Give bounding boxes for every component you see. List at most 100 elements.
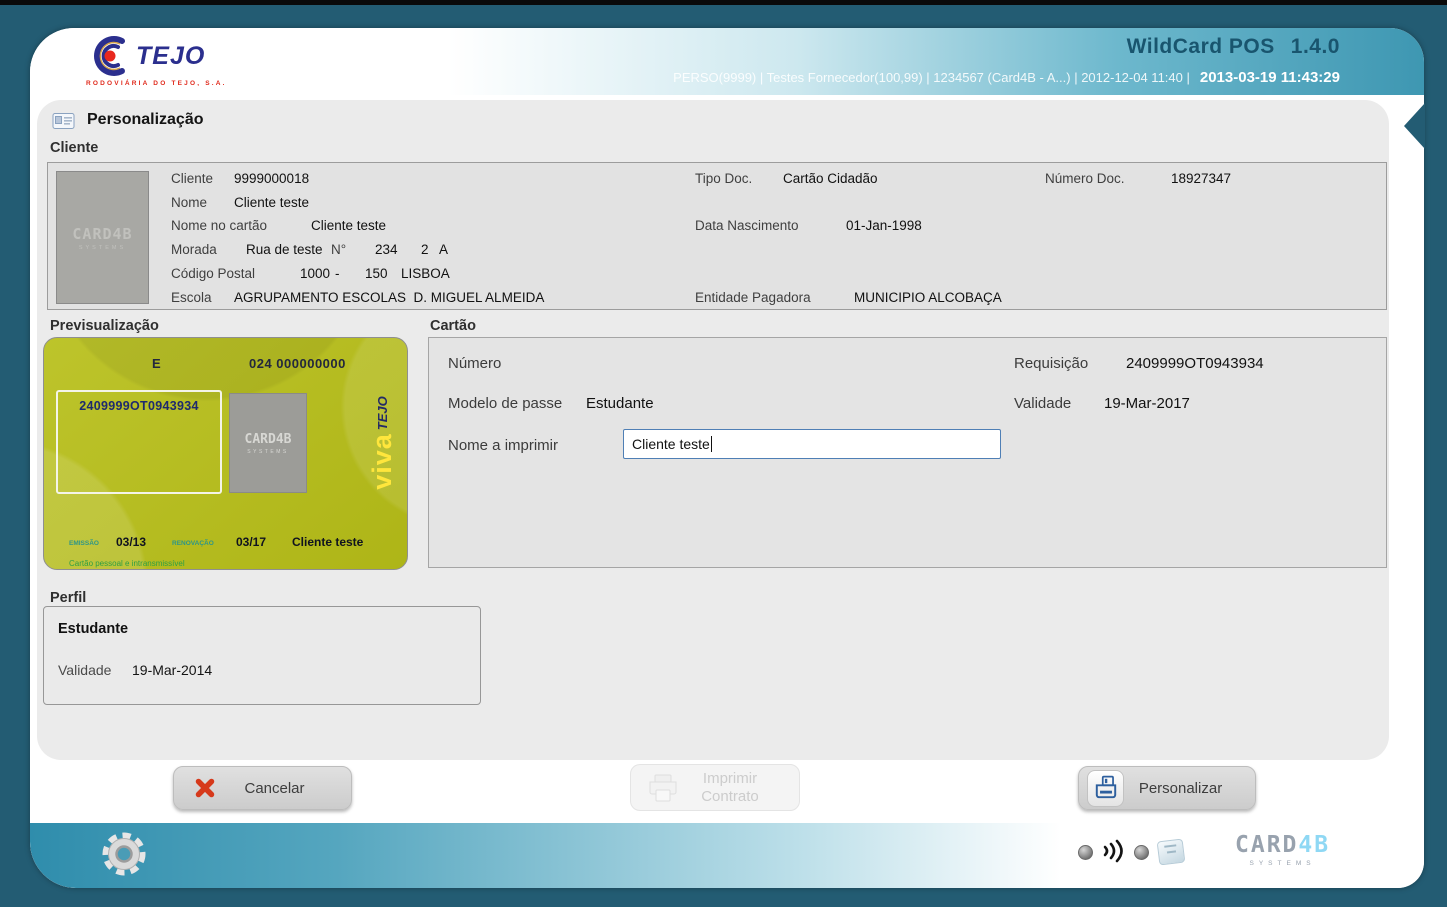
tejo-logo-text: TEJO [136, 42, 205, 71]
perfil-groupbox: Estudante Validade 19-Mar-2014 [43, 606, 481, 705]
app-window: TEJO RODOVIÁRIA DO TEJO, S.A. WildCard P… [30, 28, 1424, 888]
requisicao-label: Requisição [1014, 355, 1088, 372]
session-status-bar: PERSO(9999) | Testes Fornecedor(100,99) … [673, 69, 1340, 86]
cp-zona-value: 1000 [300, 266, 330, 281]
tipo-doc-label: Tipo Doc. [695, 171, 752, 186]
cartao-section-title: Cartão [430, 318, 476, 334]
renovacao-value: 03/17 [236, 535, 266, 549]
app-title: WildCard POS1.4.0 [1127, 35, 1340, 59]
card-holder-name: Cliente teste [292, 535, 363, 549]
previsualizacao-section-title: Previsualização [50, 318, 159, 334]
personalizacao-panel: Personalização Cliente CARD4B SYSTEMS Cl… [37, 100, 1389, 760]
signal-waves-icon [1100, 837, 1126, 870]
perfil-validade-label: Validade [58, 662, 111, 678]
app-title-text: WildCard POS [1127, 35, 1275, 58]
card4b-footer-logo: CARD4B SYSTEMS [1235, 834, 1330, 867]
cancelar-button-label: Cancelar [216, 780, 351, 797]
status-datetime: 2013-03-19 11:43:29 [1200, 69, 1340, 86]
cancelar-button[interactable]: Cancelar [173, 766, 352, 810]
viva-tejo-brand: viva TEJO [367, 353, 397, 533]
numero-cartao-label: Número [448, 355, 501, 372]
cliente-section-title: Cliente [50, 140, 98, 156]
cliente-groupbox: CARD4B SYSTEMS Cliente 9999000018 Nome C… [47, 162, 1387, 310]
card-serial: 024 000000000 [249, 356, 346, 371]
nome-value: Cliente teste [234, 195, 309, 210]
imprimir-contrato-button[interactable]: ImprimirContrato [630, 764, 800, 811]
cp-sufixo-value: 150 [365, 266, 388, 281]
morada-andar-value: 2 [421, 242, 429, 257]
modelo-passe-value: Estudante [586, 395, 654, 412]
perfil-section-title: Perfil [50, 590, 86, 606]
cp-separator: - [335, 266, 340, 281]
app-footer: CARD4B SYSTEMS [30, 823, 1424, 888]
numero-doc-value: 18927347 [1171, 171, 1231, 186]
nome-imprimir-input[interactable]: Cliente teste [623, 429, 1001, 459]
card4b-chip-logo: CARD4B SYSTEMS [229, 393, 307, 493]
status-orb-reader [1078, 845, 1093, 860]
personalizar-button[interactable]: Personalizar [1078, 766, 1256, 810]
client-photo-placeholder: CARD4B SYSTEMS [56, 171, 149, 304]
nome-cartao-label: Nome no cartão [171, 218, 267, 233]
morada-rua-value: Rua de teste [246, 242, 323, 257]
nome-cartao-value: Cliente teste [311, 218, 386, 233]
chip-logo-text: CARD4B [245, 432, 292, 447]
card-number-box: 2409999OT0943934 [56, 390, 222, 494]
cliente-label: Cliente [171, 171, 213, 186]
tejo-brand-text: TEJO [376, 396, 389, 430]
emissao-value: 03/13 [116, 535, 146, 549]
validade-cartao-label: Validade [1014, 395, 1071, 412]
session-status-text: PERSO(9999) | Testes Fornecedor(100,99) … [673, 70, 1190, 85]
desktop-background: TEJO RODOVIÁRIA DO TEJO, S.A. WildCard P… [0, 0, 1447, 907]
card-printer-icon [1087, 770, 1124, 807]
tejo-logo: TEJO RODOVIÁRIA DO TEJO, S.A. [86, 33, 227, 87]
requisicao-value: 2409999OT0943934 [1126, 355, 1264, 372]
validade-cartao-value: 19-Mar-2017 [1104, 395, 1190, 412]
morada-label: Morada [171, 242, 217, 257]
settings-gear-button[interactable] [98, 828, 150, 880]
morada-num-label: N° [331, 242, 346, 257]
cancel-x-icon [194, 777, 216, 799]
card-terms-line1: Cartão pessoal e intransmissível [69, 559, 185, 568]
escola-label: Escola [171, 290, 212, 305]
perfil-nome: Estudante [58, 621, 128, 637]
tejo-logo-icon [86, 33, 134, 79]
app-header: TEJO RODOVIÁRIA DO TEJO, S.A. WildCard P… [30, 28, 1424, 95]
data-nascimento-label: Data Nascimento [695, 218, 799, 233]
viva-brand-text: viva [369, 433, 396, 490]
emissao-label: EMISSÃO [69, 540, 99, 547]
page-title: Personalização [87, 111, 204, 129]
card-profile-code: E [152, 356, 161, 371]
tejo-logo-subtitle: RODOVIÁRIA DO TEJO, S.A. [86, 80, 227, 87]
text-caret [711, 436, 712, 452]
id-card-icon [52, 112, 76, 136]
card4b-logo-systems: SYSTEMS [1235, 860, 1330, 867]
morada-porta-value: A [439, 242, 448, 257]
status-orb-printer [1134, 845, 1149, 860]
top-black-bar [0, 0, 1447, 5]
cliente-value: 9999000018 [234, 171, 309, 186]
nome-imprimir-label: Nome a imprimir [448, 437, 558, 454]
cartao-groupbox: Número Requisição 2409999OT0943934 Model… [428, 337, 1387, 568]
tipo-doc-value: Cartão Cidadão [783, 171, 878, 186]
codigo-postal-label: Código Postal [171, 266, 255, 281]
entidade-pagadora-label: Entidade Pagadora [695, 290, 811, 305]
data-nascimento-value: 01-Jan-1998 [846, 218, 922, 233]
nome-imprimir-value: Cliente teste [632, 436, 710, 452]
photo-watermark: CARD4B [72, 225, 132, 243]
entidade-pagadora-value: MUNICIPIO ALCOBAÇA [854, 290, 1002, 305]
renovacao-label: RENOVAÇÃO [172, 540, 214, 547]
chip-logo-sub: SYSTEMS [247, 449, 288, 455]
card-preview: E 024 000000000 2409999OT0943934 CARD4B … [43, 337, 408, 570]
morada-num-value: 234 [375, 242, 398, 257]
personalizar-button-label: Personalizar [1124, 780, 1255, 797]
photo-watermark-sub: SYSTEMS [79, 245, 126, 251]
modelo-passe-label: Modelo de passe [448, 395, 562, 412]
window-side-notch [1404, 103, 1425, 149]
perfil-validade-value: 19-Mar-2014 [132, 662, 212, 678]
card4b-logo-card: CARD [1235, 832, 1298, 858]
cp-localidade-value: LISBOA [401, 266, 450, 281]
card-number: 2409999OT0943934 [58, 399, 220, 413]
gear-icon [98, 828, 150, 880]
imprimir-contrato-label: ImprimirContrato [679, 770, 799, 806]
receipt-printer-icon [1157, 839, 1186, 866]
